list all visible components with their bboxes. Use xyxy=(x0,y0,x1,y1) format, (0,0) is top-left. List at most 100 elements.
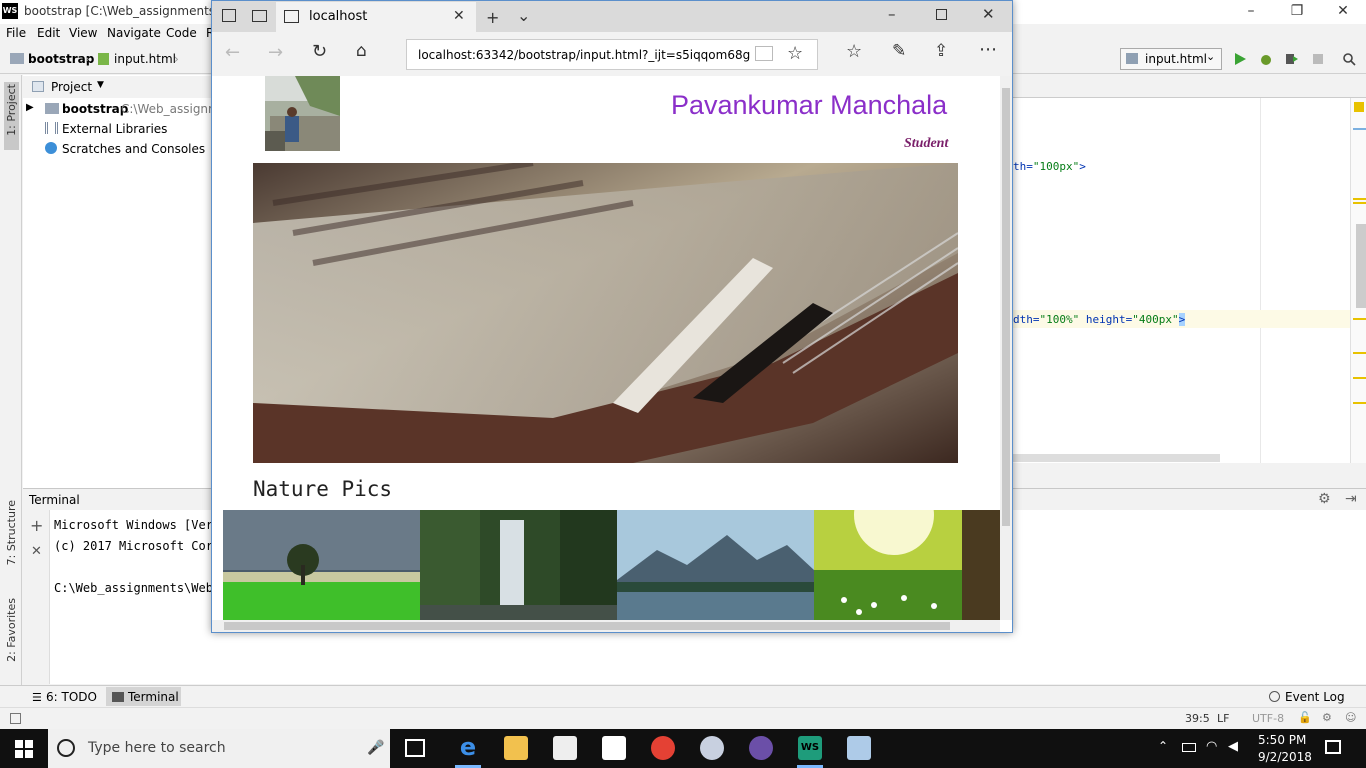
tab-manager-icon[interactable] xyxy=(222,9,236,22)
browser-minimize-button[interactable]: – xyxy=(888,5,896,23)
scratches-icon xyxy=(45,142,57,154)
page-icon xyxy=(284,10,299,23)
code-attr: th= xyxy=(1013,160,1033,173)
stripe-mark xyxy=(1353,202,1366,204)
project-tool-tab[interactable]: 1: Project xyxy=(5,84,18,136)
favorites-hub-icon[interactable]: ☆ xyxy=(846,41,862,62)
store-icon[interactable] xyxy=(553,736,577,760)
terminal-line: (c) 2017 Microsoft Corp xyxy=(54,539,221,553)
ide-close-button[interactable]: ✕ xyxy=(1320,0,1366,24)
show-hidden-icons-icon[interactable]: ⌃ xyxy=(1158,739,1168,753)
breadcrumb-file[interactable]: input.html xyxy=(114,52,176,66)
menu-navigate[interactable]: Navigate xyxy=(107,26,161,40)
stop-icon[interactable] xyxy=(1311,52,1325,66)
mail-icon[interactable] xyxy=(602,736,626,760)
back-icon[interactable]: ← xyxy=(225,42,240,63)
favorite-star-icon[interactable]: ☆ xyxy=(787,43,803,64)
terminal-tab[interactable]: Terminal xyxy=(128,690,179,704)
forward-icon[interactable]: → xyxy=(268,42,283,63)
vertical-scroll-thumb[interactable] xyxy=(1002,88,1010,526)
hide-panel-icon[interactable]: ⇥ xyxy=(1345,491,1357,507)
layout-icon[interactable] xyxy=(10,713,21,724)
code-line-img-small: th="100px"> xyxy=(1013,160,1086,173)
favorites-tool-tab[interactable]: 2: Favorites xyxy=(5,598,18,662)
browser-maximize-button[interactable] xyxy=(936,9,947,20)
terminal-icon xyxy=(112,692,124,702)
refresh-icon[interactable]: ↻ xyxy=(312,41,327,62)
project-panel-header: Project ▼ xyxy=(23,76,213,98)
chevron-down-icon[interactable]: ⌄ xyxy=(517,6,530,25)
close-tab-icon[interactable]: ✕ xyxy=(453,8,465,24)
lock-icon[interactable]: 🔓 xyxy=(1298,711,1312,724)
gear-icon[interactable]: ⚙ xyxy=(1318,491,1331,507)
right-margin-guide xyxy=(1260,98,1261,463)
run-icon[interactable] xyxy=(1233,52,1247,66)
gallery-image-mountain-lake xyxy=(617,510,814,620)
stripe-mark xyxy=(1353,198,1366,200)
project-view-select[interactable]: Project xyxy=(51,80,92,94)
tree-expand-icon[interactable]: ▶ xyxy=(26,102,34,113)
clock-time[interactable]: 5:50 PM xyxy=(1258,733,1306,747)
search-everywhere-icon[interactable] xyxy=(1342,52,1356,66)
editor-tab-bar xyxy=(1013,75,1366,98)
chrome-icon[interactable] xyxy=(651,736,675,760)
tree-item-external-libraries[interactable]: External Libraries xyxy=(62,122,167,136)
stripe-mark xyxy=(1353,377,1366,379)
structure-tool-tab[interactable]: 7: Structure xyxy=(5,500,18,565)
inspector-icon[interactable]: ☺ xyxy=(1345,711,1356,724)
code-value: "100px" xyxy=(1032,160,1080,173)
menu-code[interactable]: Code xyxy=(166,26,197,40)
menu-edit[interactable]: Edit xyxy=(37,26,60,40)
home-icon[interactable]: ⌂ xyxy=(356,41,367,61)
volume-icon[interactable]: ◀ xyxy=(1228,739,1238,754)
file-encoding[interactable]: UTF-8 xyxy=(1252,712,1284,725)
todo-tab[interactable]: 6: TODO xyxy=(46,690,97,704)
notepad-icon[interactable] xyxy=(847,736,871,760)
event-log-tab[interactable]: Event Log xyxy=(1285,690,1345,704)
line-ending[interactable]: LF xyxy=(1217,712,1229,725)
tree-item-bootstrap[interactable]: bootstrap xyxy=(62,102,128,116)
close-icon[interactable]: ✕ xyxy=(31,544,42,559)
new-tab-icon[interactable]: + xyxy=(486,8,499,27)
share-icon[interactable]: ⇪ xyxy=(934,41,948,61)
code-editor[interactable]: th="100px"> dth="100%" height="400px"> xyxy=(1013,98,1353,463)
gallery-image-field-tree xyxy=(223,510,420,620)
menu-view[interactable]: View xyxy=(69,26,97,40)
set-tabs-aside-icon[interactable] xyxy=(252,10,267,22)
browser-tab-active[interactable]: localhost ✕ xyxy=(276,2,476,32)
edge-browser-icon[interactable]: e xyxy=(456,735,480,760)
wifi-icon[interactable]: ◠ xyxy=(1206,739,1217,754)
code-tag-end: > xyxy=(1079,160,1086,173)
taskbar-search-box[interactable]: Type here to search 🎤 xyxy=(48,729,390,768)
ide-restore-button[interactable]: ❐ xyxy=(1274,0,1320,24)
more-icon[interactable]: ⋯ xyxy=(979,39,997,60)
file-explorer-icon[interactable] xyxy=(504,736,528,760)
coverage-icon[interactable] xyxy=(1285,52,1299,66)
menu-file[interactable]: File xyxy=(6,26,26,40)
warning-indicator-icon xyxy=(1354,102,1364,112)
battery-icon[interactable] xyxy=(1182,743,1196,752)
caret-position[interactable]: 39:5 xyxy=(1185,712,1210,725)
web-note-icon[interactable]: ✎ xyxy=(892,41,906,61)
debug-icon[interactable] xyxy=(1259,52,1273,66)
paint-icon[interactable] xyxy=(700,736,724,760)
editor-horizontal-scrollbar[interactable] xyxy=(1013,454,1220,462)
settings-icon[interactable]: ⚙ xyxy=(1322,711,1332,724)
ide-minimize-button[interactable]: – xyxy=(1228,0,1274,24)
reading-view-icon[interactable] xyxy=(755,46,773,61)
cortana-icon xyxy=(57,739,75,757)
webstorm-icon[interactable]: WS xyxy=(798,736,822,760)
editor-scroll-thumb[interactable] xyxy=(1356,224,1366,308)
run-config-icon xyxy=(1126,53,1138,64)
browser-close-button[interactable]: ✕ xyxy=(982,5,995,23)
action-center-icon[interactable] xyxy=(1325,740,1341,754)
add-terminal-icon[interactable]: + xyxy=(30,516,43,535)
task-view-icon[interactable] xyxy=(405,739,425,757)
horizontal-scroll-thumb[interactable] xyxy=(224,622,950,630)
windows-start-icon[interactable] xyxy=(15,740,33,758)
tree-item-scratches[interactable]: Scratches and Consoles xyxy=(62,142,205,156)
todo-icon: ☰ xyxy=(32,691,42,704)
microphone-icon[interactable]: 🎤 xyxy=(367,740,384,756)
app-icon[interactable] xyxy=(749,736,773,760)
clock-date[interactable]: 9/2/2018 xyxy=(1258,750,1312,764)
